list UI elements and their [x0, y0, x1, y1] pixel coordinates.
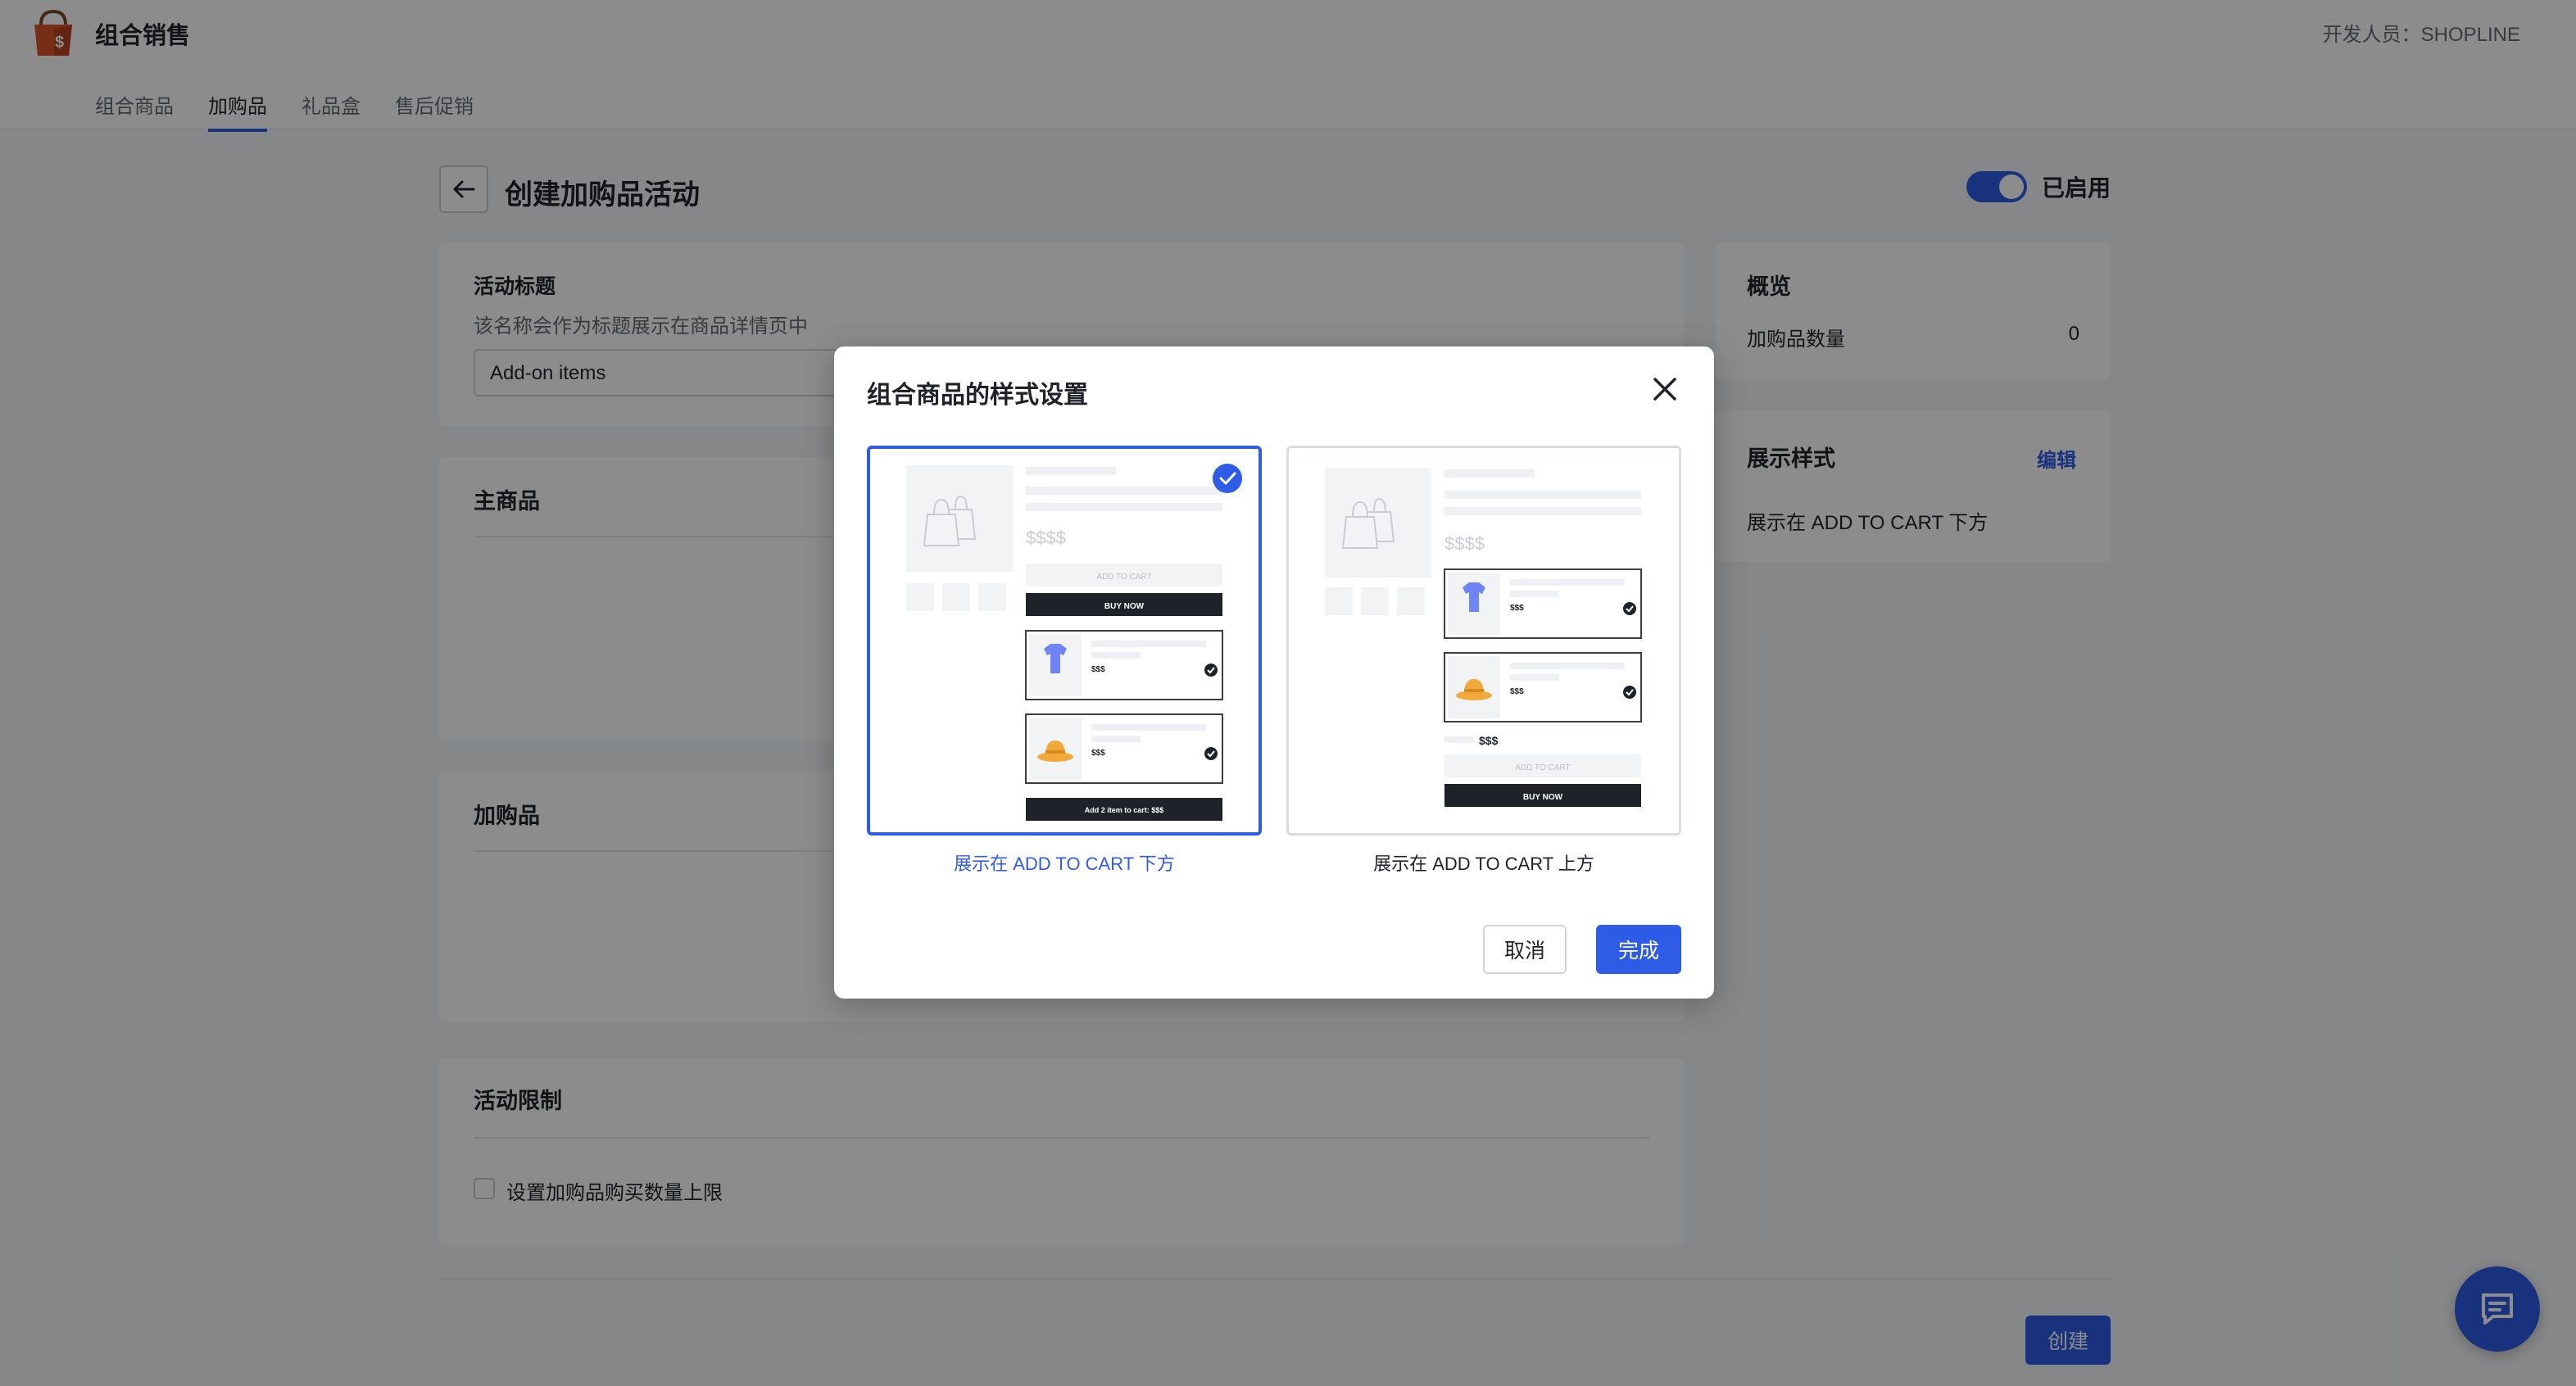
- style-settings-modal: 组合商品的样式设置 $$$$ ADD TO CART BUY NOW $$$ $…: [834, 346, 1714, 999]
- cancel-button[interactable]: 取消: [1483, 925, 1567, 974]
- preview-buy-now: BUY NOW: [1523, 793, 1563, 802]
- done-button[interactable]: 完成: [1596, 925, 1681, 974]
- preview-summary: Add 2 item to cart: $$$: [1085, 806, 1164, 814]
- close-icon[interactable]: [1650, 374, 1680, 404]
- style-option-below[interactable]: $$$$ ADD TO CART BUY NOW $$$ $$$ Add 2 i…: [867, 446, 1262, 836]
- preview-below-illustration: $$$$ ADD TO CART BUY NOW $$$ $$$ Add 2 i…: [906, 464, 1242, 821]
- preview-item-price: $$$: [1091, 665, 1105, 674]
- selected-check-icon: [1213, 464, 1242, 493]
- style-option-above-label[interactable]: 展示在 ADD TO CART 上方: [1286, 849, 1681, 876]
- modal-title: 组合商品的样式设置: [867, 382, 1088, 409]
- preview-item-price: $$$: [1091, 749, 1105, 758]
- preview-total: $$$: [1479, 734, 1499, 747]
- style-option-below-label[interactable]: 展示在 ADD TO CART 下方: [867, 849, 1262, 876]
- preview-price: $$$$: [1026, 528, 1066, 548]
- preview-price: $$$$: [1444, 533, 1485, 554]
- preview-item-price: $$$: [1510, 687, 1524, 696]
- preview-add-to-cart: ADD TO CART: [1096, 573, 1151, 582]
- preview-buy-now: BUY NOW: [1104, 602, 1145, 611]
- style-option-above[interactable]: $$$$ $$$ $$$ $$$ ADD TO CART BUY NOW: [1286, 446, 1681, 836]
- preview-add-to-cart: ADD TO CART: [1515, 763, 1570, 772]
- preview-item-price: $$$: [1510, 604, 1524, 613]
- preview-above-illustration: $$$$ $$$ $$$ $$$ ADD TO CART BUY NOW: [1325, 468, 1642, 807]
